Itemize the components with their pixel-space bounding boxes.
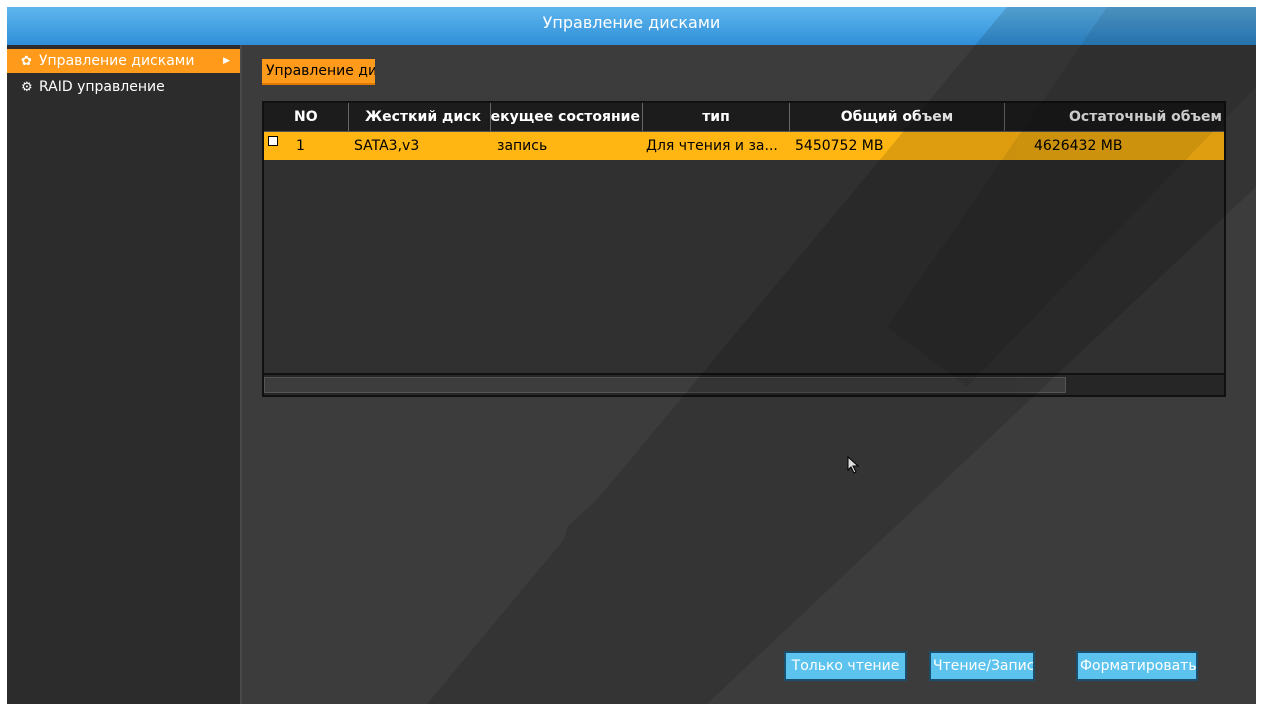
gear-icon: ✿ <box>21 54 32 69</box>
read-only-button[interactable]: Только чтение <box>784 651 907 681</box>
column-header-type[interactable]: тип <box>643 103 790 131</box>
window-title: Управление дисками <box>7 7 1256 45</box>
column-header-no[interactable]: NO <box>264 103 349 131</box>
format-button[interactable]: Форматировать <box>1076 651 1198 681</box>
column-header-state[interactable]: Текущее состояние <box>491 103 643 131</box>
sidebar-item-raid[interactable]: ⚙ RAID управление <box>7 75 240 99</box>
row-checkbox[interactable] <box>268 136 278 146</box>
gears-icon: ⚙ <box>21 80 33 95</box>
column-header-disk[interactable]: Жесткий диск <box>349 103 491 131</box>
cell-remaining: 4626432 MB <box>1034 138 1123 154</box>
horizontal-scrollbar[interactable] <box>264 373 1224 395</box>
sidebar-item-label: Управление дисками <box>39 53 195 69</box>
sidebar-item-label: RAID управление <box>39 79 165 95</box>
table-header: NO Жесткий диск Текущее состояние тип Об… <box>264 103 1224 132</box>
tab-disk-management[interactable]: Управление дисками <box>262 59 375 85</box>
cell-no: 1 <box>296 138 305 154</box>
column-header-remaining[interactable]: Остаточный объем <box>1005 103 1224 131</box>
disk-management-window: Управление дисками ✿ Управление дисками ▶… <box>7 7 1256 704</box>
mouse-cursor-icon <box>847 456 860 474</box>
disk-table: NO Жесткий диск Текущее состояние тип Об… <box>262 101 1226 397</box>
column-header-total[interactable]: Общий объем <box>790 103 1005 131</box>
main-panel: Управление дисками NO Жесткий диск Текущ… <box>242 45 1256 704</box>
scrollbar-thumb[interactable] <box>264 377 1066 393</box>
sidebar: ✿ Управление дисками ▶ ⚙ RAID управление <box>7 45 242 704</box>
cell-type: Для чтения и за... <box>646 138 778 154</box>
table-row[interactable]: 1 SATA3,v3 запись Для чтения и за... 545… <box>264 132 1224 160</box>
read-write-button[interactable]: Чтение/Запись <box>929 651 1035 681</box>
cell-state: запись <box>497 138 548 154</box>
sidebar-item-disk-management[interactable]: ✿ Управление дисками ▶ <box>7 49 240 73</box>
cell-disk: SATA3,v3 <box>354 138 420 154</box>
cell-total: 5450752 MB <box>795 138 884 154</box>
chevron-right-icon: ▶ <box>223 56 230 66</box>
